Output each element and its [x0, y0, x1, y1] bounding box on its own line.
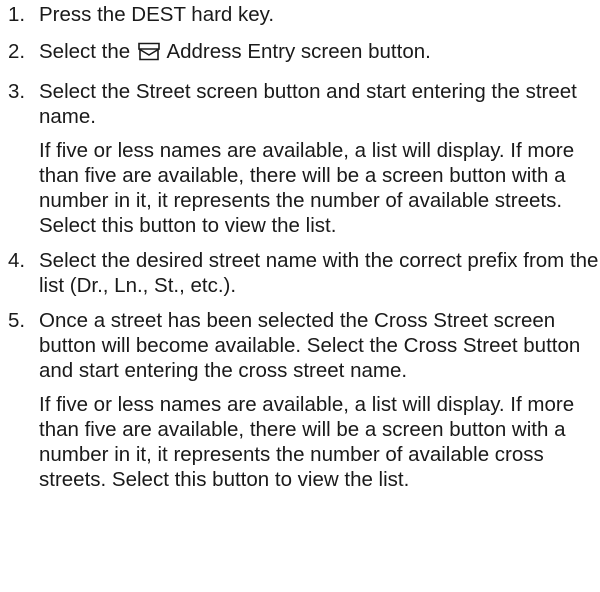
instruction-steps: 1. Press the DEST hard key. 2. Select th… — [8, 2, 600, 492]
step-text: Press the DEST hard key. — [39, 3, 275, 26]
step-text: Select the desired street name with the … — [39, 249, 599, 297]
address-entry-icon — [138, 42, 160, 67]
step-number: 4. — [8, 249, 26, 272]
step-5: 5. Once a street has been selected the C… — [8, 308, 600, 492]
step-4: 4. Select the desired street name with t… — [8, 248, 600, 298]
step-note: If five or less names are available, a l… — [39, 139, 575, 237]
step-3: 3. Select the Street screen button and s… — [8, 79, 600, 238]
step-number: 2. — [8, 40, 26, 63]
step-text: Select the Street screen button and star… — [39, 80, 577, 128]
step-number: 5. — [8, 309, 26, 332]
step-note: If five or less names are available, a l… — [39, 393, 575, 491]
instructions-page: 1. Press the DEST hard key. 2. Select th… — [0, 0, 600, 592]
step-number: 3. — [8, 80, 26, 103]
step-1: 1. Press the DEST hard key. — [8, 2, 600, 27]
step-number: 1. — [8, 3, 26, 26]
step-text-before-icon: Select the — [39, 40, 131, 63]
step-text: Select the Address Entry screen button. — [39, 39, 600, 67]
step-text-after-icon: Address Entry screen button. — [166, 40, 431, 63]
step-2: 2. Select the Address Entry screen butto… — [8, 39, 600, 67]
step-text: Once a street has been selected the Cros… — [39, 309, 581, 382]
